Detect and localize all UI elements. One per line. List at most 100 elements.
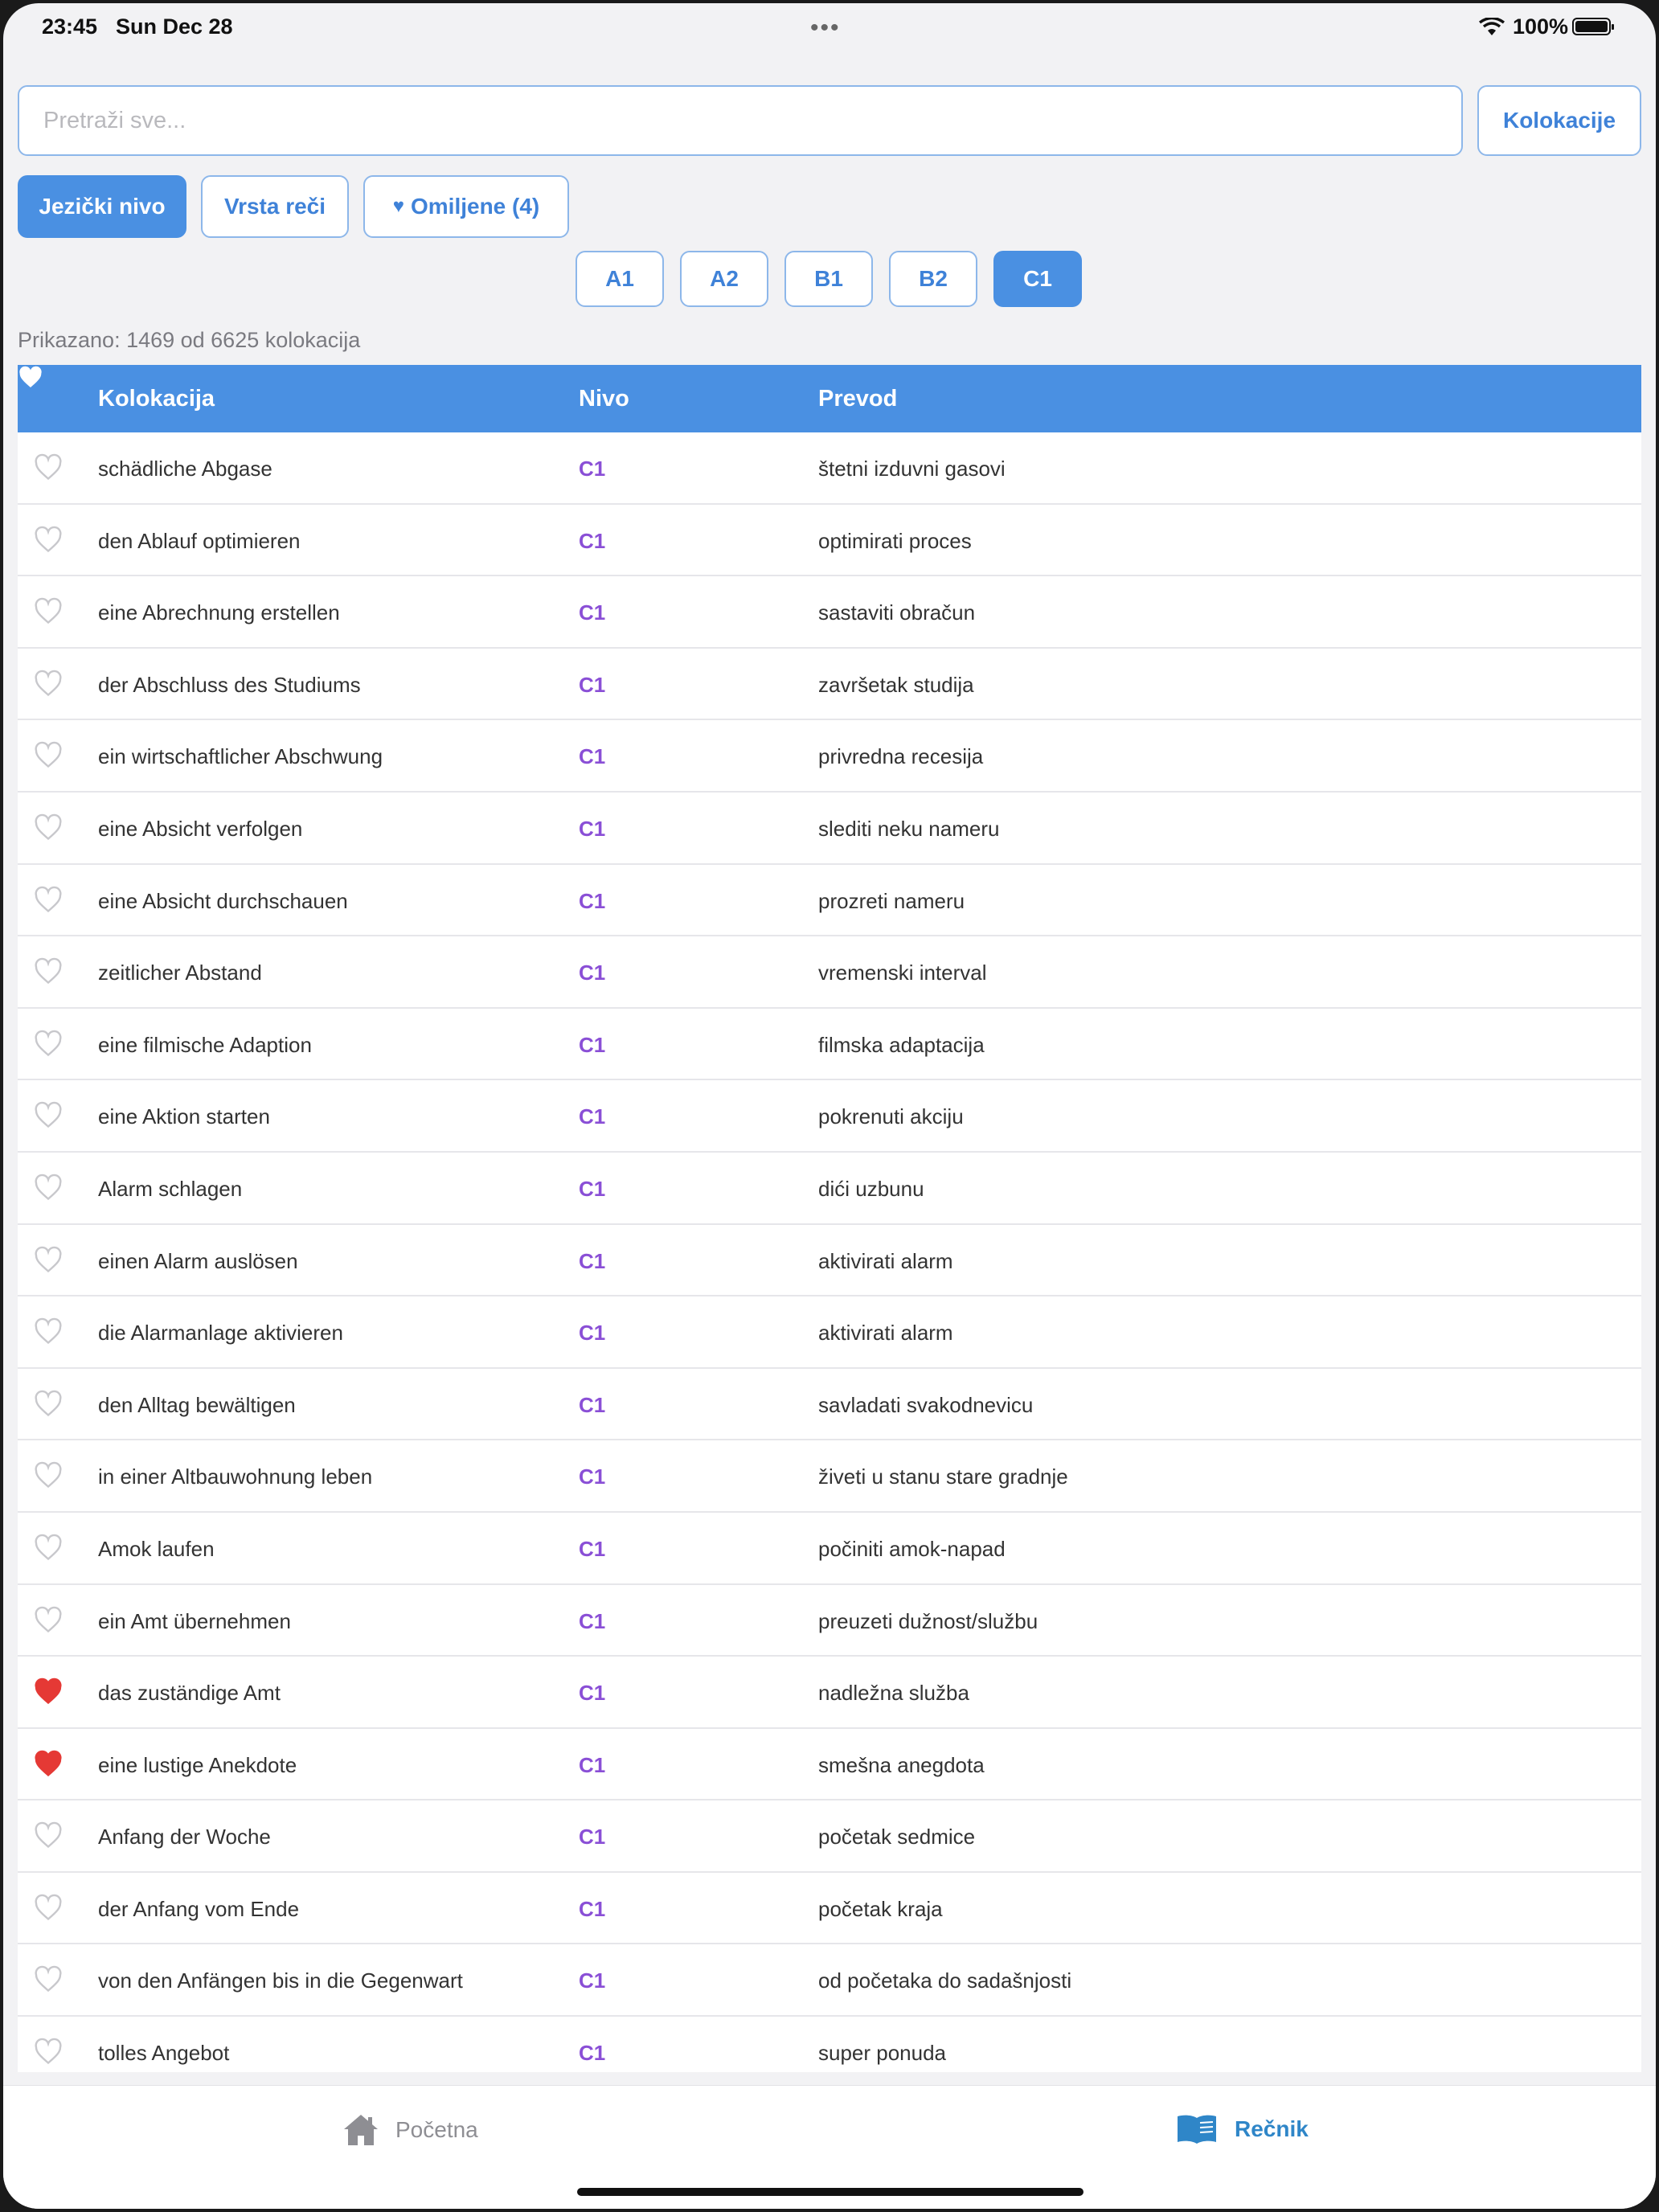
heart-icon[interactable] xyxy=(34,957,63,986)
table-row[interactable]: der Abschluss des Studiums C1 završetak st… xyxy=(18,648,1641,721)
translation-text: optimirati proces xyxy=(818,528,972,553)
header-translation[interactable]: Prevod xyxy=(818,386,897,412)
translation-text: savladati svakodnevicu xyxy=(818,1392,1034,1417)
table-row[interactable]: schädliche Abgase C1 štetni izduvni gasovi xyxy=(18,432,1641,505)
table-row[interactable]: Alarm schlagen C1 dići uzbunu xyxy=(18,1152,1641,1225)
collocation-text: eine Aktion starten xyxy=(98,1104,270,1129)
table-row[interactable]: Anfang der Woche C1 početak sedmice xyxy=(18,1800,1641,1873)
collocation-text: eine Abrechnung erstellen xyxy=(98,600,340,625)
level-text: C1 xyxy=(579,961,606,985)
heart-icon[interactable] xyxy=(34,1317,63,1346)
heart-icon[interactable] xyxy=(34,1965,63,1994)
collocation-text: ein wirtschaftlicher Abschwung xyxy=(98,744,383,769)
tab-favorites-label: Omiljene (4) xyxy=(410,194,540,219)
collocation-text: Anfang der Woche xyxy=(98,1825,271,1849)
collocation-text: das zuständige Amt xyxy=(98,1681,281,1706)
table-row[interactable]: Amok laufen C1 počiniti amok-napad xyxy=(18,1512,1641,1585)
level-c1-button[interactable]: C1 xyxy=(993,251,1082,307)
level-text: C1 xyxy=(579,1392,606,1417)
table-row[interactable]: eine Absicht verfolgen C1 slediti neku nam… xyxy=(18,792,1641,865)
translation-text: početak sedmice xyxy=(818,1825,976,1849)
heart-icon[interactable] xyxy=(34,453,63,482)
table-row[interactable]: eine Aktion starten C1 pokrenuti akciju xyxy=(18,1080,1641,1153)
home-indicator[interactable] xyxy=(577,2188,1083,2196)
multitasking-dots[interactable]: ••• xyxy=(810,14,841,42)
table-row[interactable]: in einer Altbauwohnung leben C1 živeti u s… xyxy=(18,1440,1641,1513)
heart-icon[interactable] xyxy=(34,597,63,626)
level-text: C1 xyxy=(579,1681,606,1706)
heart-icon[interactable] xyxy=(34,1101,63,1130)
level-text: C1 xyxy=(579,1536,606,1561)
heart-icon[interactable] xyxy=(34,886,63,915)
book-icon xyxy=(1178,2115,1216,2144)
heart-icon[interactable] xyxy=(34,1606,63,1635)
table-row[interactable]: eine lustige Anekdote C1 smešna anegdota xyxy=(18,1728,1641,1801)
table-row[interactable]: zeitlicher Abstand C1 vremenski interval xyxy=(18,936,1641,1009)
translation-text: privredna recesija xyxy=(818,744,984,769)
table-row[interactable]: ein wirtschaftlicher Abschwung C1 privredn… xyxy=(18,720,1641,793)
table-row[interactable]: das zuständige Amt C1 nadležna služba xyxy=(18,1657,1641,1729)
table-header: Kolokacija Nivo Prevod xyxy=(18,365,1641,432)
table-row[interactable]: eine Abrechnung erstellen C1 sastaviti obr… xyxy=(18,576,1641,649)
heart-icon[interactable] xyxy=(18,365,43,391)
table-row[interactable]: eine Absicht durchschauen C1 prozreti name… xyxy=(18,864,1641,937)
level-text: C1 xyxy=(579,528,606,553)
header-collocation[interactable]: Kolokacija xyxy=(98,386,215,412)
heart-icon[interactable] xyxy=(34,1677,63,1706)
level-b2-button[interactable]: B2 xyxy=(889,251,977,307)
heart-icon[interactable] xyxy=(34,1821,63,1850)
heart-icon[interactable] xyxy=(34,1461,63,1490)
level-a1-button[interactable]: A1 xyxy=(576,251,664,307)
table-row[interactable]: von den Anfängen bis in die Gegenwart C1 o… xyxy=(18,1944,1641,2017)
collocation-text: ein Amt übernehmen xyxy=(98,1608,291,1633)
translation-text: završetak studija xyxy=(818,672,974,697)
heart-icon[interactable] xyxy=(34,1750,63,1779)
tab-word-type[interactable]: Vrsta reči xyxy=(201,175,349,238)
table-row[interactable]: tolles Angebot C1 super ponuda xyxy=(18,2017,1641,2072)
level-text: C1 xyxy=(579,1248,606,1273)
collocation-text: eine Absicht durchschauen xyxy=(98,888,348,913)
header-level[interactable]: Nivo xyxy=(579,386,629,412)
table-row[interactable]: den Alltag bewältigen C1 savladati svakodn… xyxy=(18,1368,1641,1441)
heart-icon[interactable] xyxy=(34,2038,63,2067)
level-text: C1 xyxy=(579,1968,606,1993)
level-text: C1 xyxy=(579,672,606,697)
collocation-text: eine filmische Adaption xyxy=(98,1032,312,1057)
heart-icon[interactable] xyxy=(34,1390,63,1419)
table-row[interactable]: eine filmische Adaption C1 filmska adaptac… xyxy=(18,1008,1641,1081)
search-input[interactable] xyxy=(18,85,1463,156)
status-bar: 23:45 Sun Dec 28 ••• 100% xyxy=(3,3,1656,51)
tab-dictionary[interactable]: Rečnik xyxy=(1175,2113,1309,2145)
results-count: Prikazano: 1469 od 6625 kolokacija xyxy=(18,328,361,352)
collocations-mode-button[interactable]: Kolokacije xyxy=(1477,85,1641,156)
heart-icon[interactable] xyxy=(34,813,63,842)
translation-text: prozreti nameru xyxy=(818,888,965,913)
table-row[interactable]: die Alarmanlage aktivieren C1 aktivirati a… xyxy=(18,1296,1641,1369)
collocation-text: zeitlicher Abstand xyxy=(98,961,262,985)
collocation-text: den Ablauf optimieren xyxy=(98,528,301,553)
level-text: C1 xyxy=(579,744,606,769)
tab-favorites[interactable]: ♥ Omiljene (4) xyxy=(363,175,569,238)
table-row[interactable]: einen Alarm auslösen C1 aktivirati alarm xyxy=(18,1224,1641,1297)
heart-icon[interactable] xyxy=(34,526,63,555)
level-text: C1 xyxy=(579,457,606,481)
level-text: C1 xyxy=(579,1752,606,1777)
translation-text: od početaka do sadašnjosti xyxy=(818,1968,1072,1993)
translation-text: vremenski interval xyxy=(818,961,987,985)
tab-language-level[interactable]: Jezički nivo xyxy=(18,175,186,238)
tab-dictionary-label: Rečnik xyxy=(1235,2116,1309,2141)
heart-icon[interactable] xyxy=(34,1030,63,1059)
level-b1-button[interactable]: B1 xyxy=(784,251,873,307)
table-row[interactable]: der Anfang vom Ende C1 početak kraja xyxy=(18,1872,1641,1945)
heart-icon[interactable] xyxy=(34,1246,63,1275)
table-row[interactable]: ein Amt übernehmen C1 preuzeti dužnost/slu… xyxy=(18,1584,1641,1657)
table-row[interactable]: den Ablauf optimieren C1 optimirati proces xyxy=(18,504,1641,577)
heart-icon[interactable] xyxy=(34,741,63,770)
tab-home[interactable]: Početna xyxy=(342,2113,478,2147)
level-a2-button[interactable]: A2 xyxy=(680,251,768,307)
heart-icon[interactable] xyxy=(34,1534,63,1563)
heart-icon[interactable] xyxy=(34,670,63,698)
collocation-text: der Anfang vom Ende xyxy=(98,1896,300,1921)
heart-icon[interactable] xyxy=(34,1894,63,1923)
heart-icon[interactable] xyxy=(34,1174,63,1202)
